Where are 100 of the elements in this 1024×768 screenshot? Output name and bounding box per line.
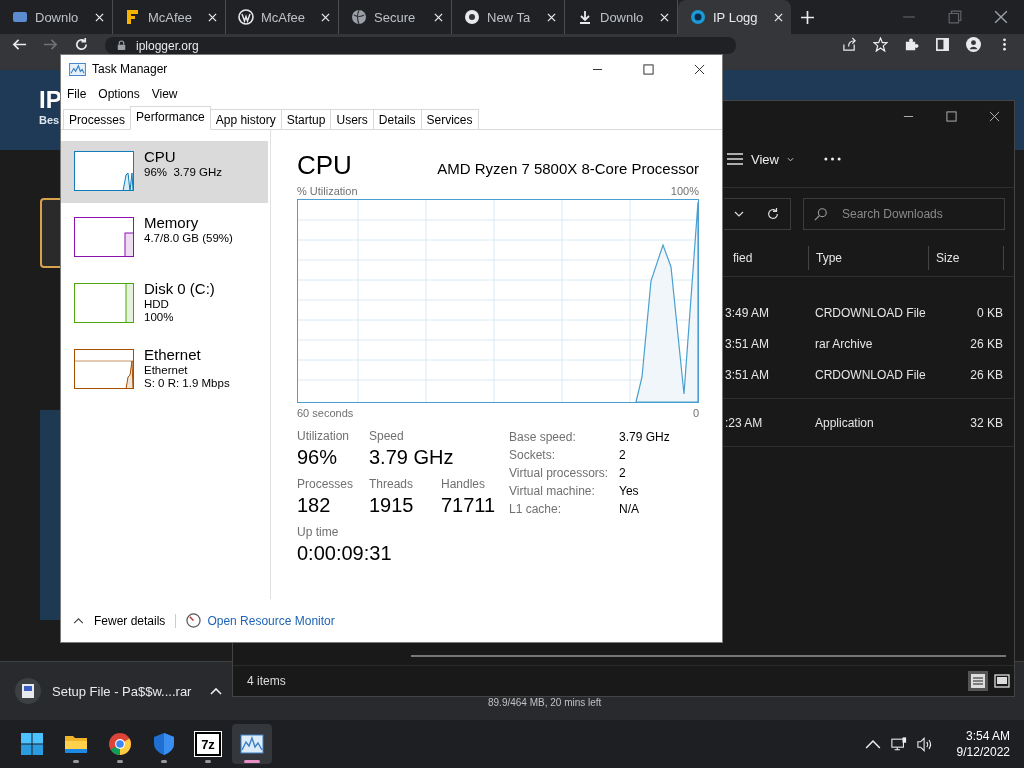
resource-item[interactable]: Memory 4.7/8.0 GB (59%): [61, 207, 270, 269]
favicon-icon: [690, 9, 706, 25]
resource-monitor-icon: [186, 613, 202, 628]
clock[interactable]: 3:54 AM 9/12/2022: [956, 728, 1010, 760]
tab[interactable]: Services: [420, 109, 479, 129]
lock-icon: [117, 40, 126, 51]
back-icon[interactable]: [12, 37, 27, 52]
window-title: Task Manager: [92, 62, 168, 76]
volume-icon[interactable]: [916, 736, 933, 752]
tab[interactable]: Startup: [280, 109, 332, 129]
menu-item[interactable]: File: [67, 85, 87, 103]
favicon-icon: [577, 9, 593, 25]
type-cell-text: CRDOWNLOAD File: [815, 367, 927, 382]
download-status-text: 89.9/464 MB, 20 mins left: [488, 696, 602, 708]
resource-detail: S: 0 R: 1.9 Mbps: [144, 377, 230, 389]
chevron-down-icon: [786, 156, 794, 162]
usage-thumbnail-graph: [74, 151, 134, 191]
processor-name: AMD Ryzen 7 5800X 8-Core Processor: [437, 160, 699, 177]
forward-icon[interactable]: [43, 37, 58, 52]
tab[interactable]: Processes: [63, 109, 132, 129]
windows-start-icon: [20, 732, 44, 756]
fewer-details-button[interactable]: Fewer details: [73, 613, 177, 628]
extensions-icon[interactable]: [904, 37, 919, 52]
tab[interactable]: App history: [209, 109, 282, 129]
tab-title: IP Logg: [713, 9, 759, 25]
chrome-icon: [108, 732, 132, 756]
list-icon: [727, 153, 743, 165]
address-bar[interactable]: [724, 198, 791, 230]
browser-tab[interactable]: IP Logg: [678, 0, 791, 34]
stat-label: Up time: [297, 525, 340, 539]
menu-item[interactable]: View: [151, 85, 178, 103]
size-cell-text: 26 KB: [969, 367, 1003, 382]
share-icon[interactable]: [842, 37, 857, 52]
spec-label: Virtual processors:: [509, 466, 610, 480]
column-header[interactable]: Type: [808, 246, 928, 270]
spec-label: Virtual machine:: [509, 484, 596, 498]
resource-item[interactable]: CPU 96% 3.79 GHz: [61, 141, 268, 203]
tab-title: McAfee: [261, 9, 307, 25]
graph-min-label: 0: [692, 407, 699, 419]
resource-name: Disk 0 (C:): [144, 280, 215, 297]
tab-title: New Ta: [487, 9, 532, 25]
profile-icon[interactable]: [966, 37, 981, 52]
favicon-icon: [125, 9, 141, 25]
scroll-bar[interactable]: [411, 655, 1006, 657]
chevron-up-icon[interactable]: [210, 687, 222, 695]
close-icon[interactable]: [994, 10, 1008, 24]
resource-detail: 4.7/8.0 GB (59%): [144, 232, 233, 244]
size-cell-text: 26 KB: [969, 336, 1003, 351]
stat-value: 0:00:09:31: [297, 542, 392, 565]
resource-monitor-link[interactable]: Open Resource Monitor: [207, 613, 335, 628]
resource-item[interactable]: Ethernet Ethernet S: 0 R: 1.9 Mbps: [61, 339, 270, 401]
search-field[interactable]: Search Downloads: [803, 198, 1005, 230]
side-panel-icon[interactable]: [935, 37, 950, 52]
more-icon[interactable]: [823, 157, 841, 161]
network-icon[interactable]: [890, 736, 907, 752]
menu-item[interactable]: Options: [98, 85, 140, 103]
column-header[interactable]: fied: [726, 246, 808, 270]
resource-item[interactable]: Disk 0 (C:) HDD 100%: [61, 273, 270, 335]
address-bar[interactable]: iplogger.org: [105, 37, 736, 54]
modified-cell-text: 3:49 AM: [725, 305, 771, 320]
stat-label: Threads: [369, 477, 415, 491]
star-icon[interactable]: [873, 37, 888, 52]
resource-name: CPU: [144, 148, 177, 165]
spec-label: Sockets:: [509, 448, 557, 462]
graph-span-label: 60 seconds: [297, 407, 354, 419]
details-view-icon[interactable]: [968, 671, 988, 691]
page-subheading: Bes: [39, 114, 58, 126]
view-button[interactable]: View: [727, 151, 794, 167]
resource-name: Ethernet: [144, 346, 202, 363]
chevron-down-icon: [734, 211, 744, 217]
refresh-icon[interactable]: [766, 207, 780, 221]
resource-name: Memory: [144, 214, 200, 231]
page-heading: IP: [39, 86, 59, 114]
stat-value: 182: [297, 494, 332, 517]
close-icon[interactable]: [989, 110, 1000, 122]
favicon-icon: [351, 9, 367, 25]
favicon-icon: [238, 9, 254, 25]
tiles-view-icon[interactable]: [992, 671, 1012, 691]
spec-label: L1 cache:: [509, 502, 563, 516]
usage-thumbnail-graph: [74, 349, 134, 389]
download-item[interactable]: Setup File - Pa$$w....rar: [14, 677, 222, 705]
reload-icon[interactable]: [74, 37, 89, 52]
maximize-icon[interactable]: [946, 110, 957, 122]
stat-value: 1915: [369, 494, 415, 517]
archive-file-icon: [14, 677, 42, 705]
taskbar-app[interactable]: [232, 724, 272, 764]
type-cell-text: CRDOWNLOAD File: [815, 305, 927, 320]
spec-label: Base speed:: [509, 430, 577, 444]
spec-value: N/A: [619, 502, 640, 516]
restore-icon[interactable]: [948, 10, 962, 24]
stat-value: 71711: [441, 494, 497, 517]
modified-cell-text: 3:51 AM: [725, 367, 771, 382]
resource-title: CPU: [297, 150, 352, 181]
tab[interactable]: Performance: [130, 106, 211, 130]
item-count: 4 items: [247, 674, 286, 688]
resource-detail: HDD: [144, 298, 170, 310]
new-tab-icon[interactable]: [801, 10, 814, 24]
graph-label: % Utilization: [297, 185, 358, 197]
taskbar-app[interactable]: 7z: [188, 724, 228, 764]
column-header[interactable]: Size: [928, 246, 1004, 270]
